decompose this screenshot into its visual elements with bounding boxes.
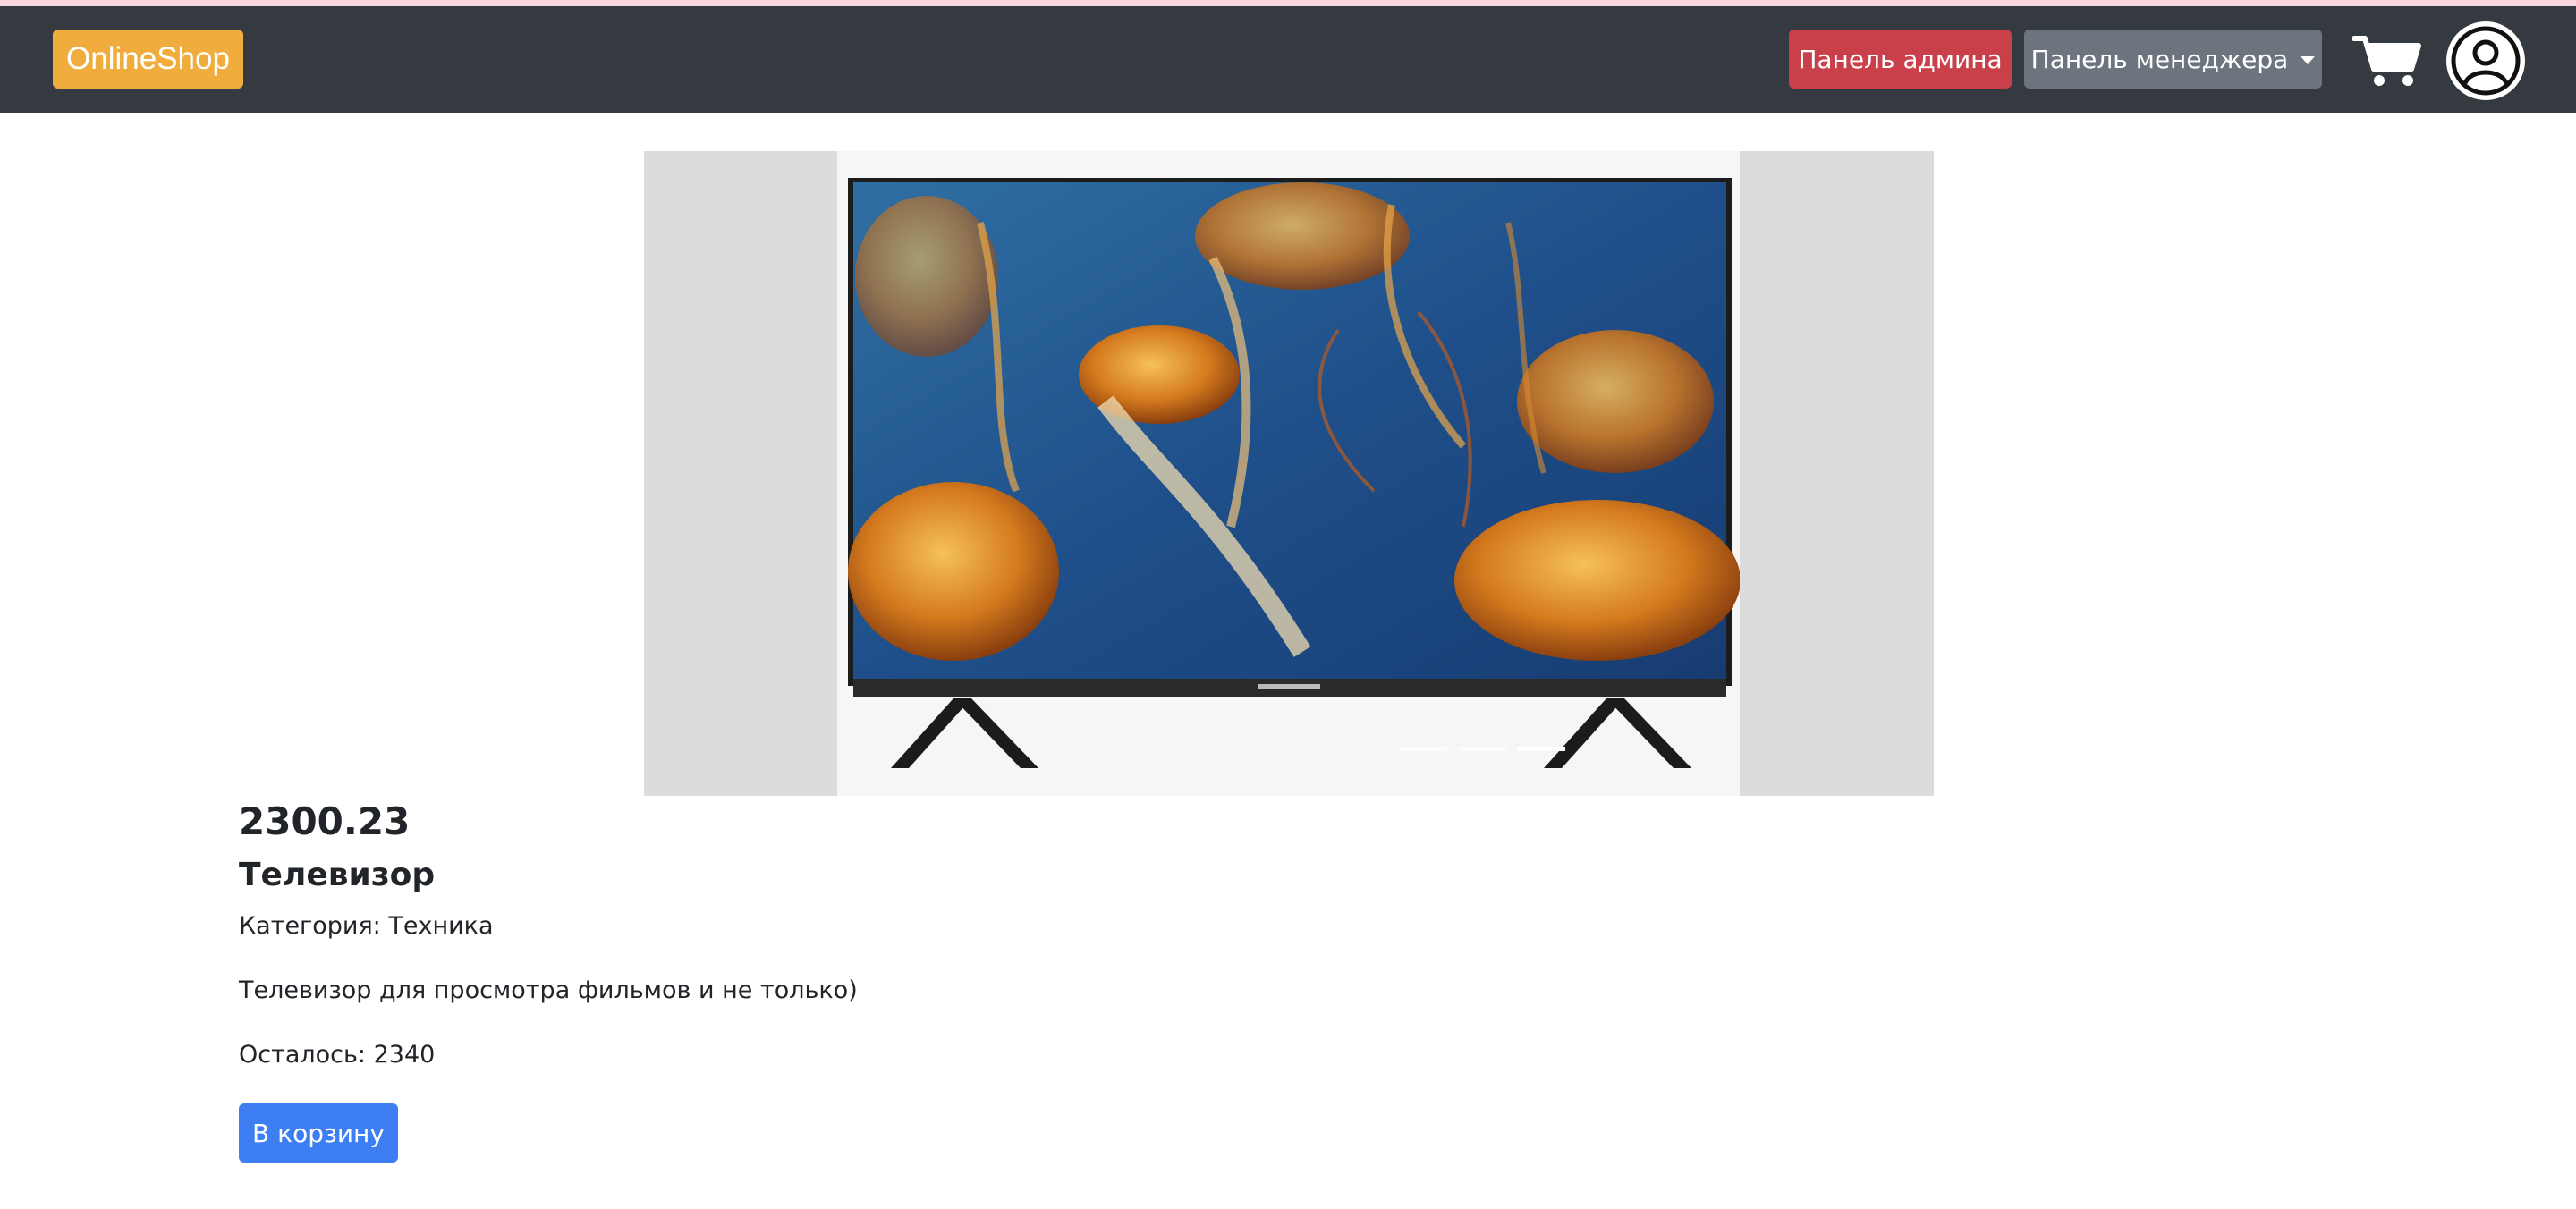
product-info: 2300.23 Телевизор Категория: Техника Тел… [239, 794, 1491, 1162]
carousel-indicators [1399, 747, 1565, 751]
product-image-carousel[interactable] [644, 151, 1934, 796]
admin-panel-button[interactable]: Панель админа [1789, 30, 2012, 89]
product-image [837, 151, 1741, 796]
product-description: Телевизор для просмотра фильмов и не тол… [239, 976, 858, 1004]
caret-down-icon [2301, 56, 2316, 64]
user-circle-icon[interactable] [2445, 21, 2526, 101]
add-to-cart-button[interactable]: В корзину [239, 1103, 398, 1162]
carousel-indicator-active[interactable] [1517, 747, 1565, 751]
navbar: OnlineShop Панель админа Панель менеджер… [0, 6, 2576, 113]
product-category: Категория: Техника [239, 912, 494, 940]
manager-panel-dropdown[interactable]: Панель менеджера [2024, 30, 2322, 89]
product-name: Телевизор [239, 857, 436, 893]
brand-logo[interactable]: OnlineShop [53, 30, 243, 89]
product-stock: Осталось: 2340 [239, 1041, 436, 1069]
carousel-indicator[interactable] [1458, 747, 1506, 751]
top-strip [0, 0, 2576, 6]
carousel-indicator[interactable] [1399, 747, 1447, 751]
manager-panel-label: Панель менеджера [2030, 44, 2289, 74]
cart-icon[interactable] [2351, 33, 2422, 89]
product-price: 2300.23 [239, 799, 411, 843]
